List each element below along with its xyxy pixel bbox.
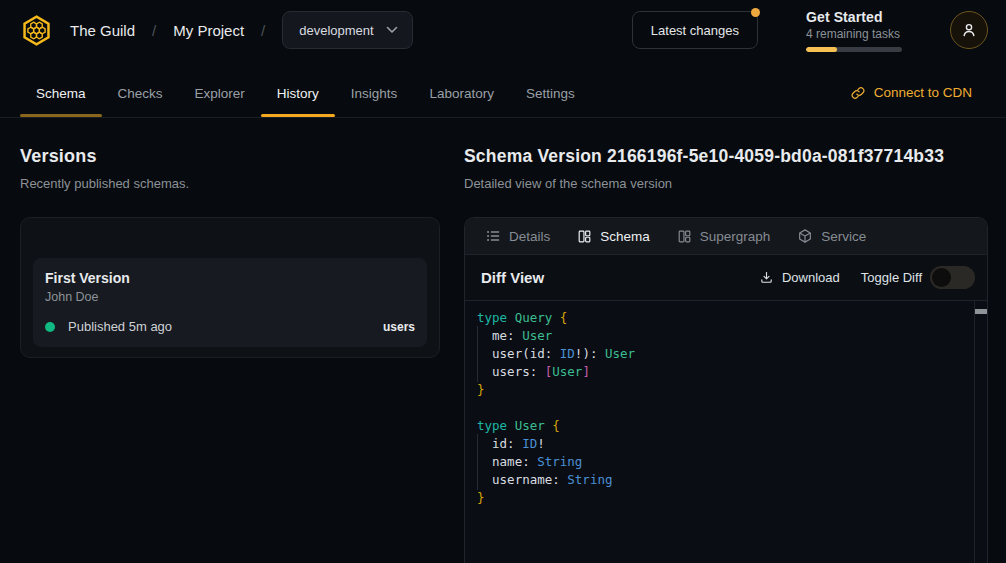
box-icon (797, 228, 813, 244)
toggle-knob (932, 268, 951, 287)
published-status-dot (45, 322, 55, 332)
schema-sdl-code[interactable]: type Query { me: User user(id: ID!): Use… (465, 301, 987, 507)
detail-tab-supergraph[interactable]: Supergraph (677, 229, 771, 244)
code-line: } (477, 381, 987, 399)
vertical-scrollbar[interactable] (974, 301, 987, 563)
layout-columns-icon (577, 229, 592, 244)
schema-code-viewer: type Query { me: User user(id: ID!): Use… (465, 301, 987, 563)
breadcrumb: The Guild / My Project / development (20, 11, 413, 49)
link-icon (851, 86, 865, 100)
schema-version-title: Schema Version 2166196f-5e10-4059-bd0a-0… (464, 146, 988, 167)
get-started-widget[interactable]: Get Started 4 remaining tasks (806, 9, 902, 52)
header-actions: Latest changes Get Started 4 remaining t… (632, 9, 988, 52)
layout-columns-icon (677, 229, 692, 244)
detail-tab-details[interactable]: Details (485, 228, 550, 244)
version-author: John Doe (45, 290, 415, 304)
guild-logo-icon[interactable] (20, 14, 53, 47)
code-line: id: ID! (477, 435, 987, 453)
diff-toolbar: Diff View Download Toggle Diff (465, 255, 987, 301)
tab-history[interactable]: History (261, 86, 335, 117)
code-line: username: String (477, 471, 987, 489)
version-detail-card: Details Schema Supergraph Service Diff View… (464, 217, 988, 563)
chevron-down-icon (386, 26, 398, 34)
version-detail-panel: Schema Version 2166196f-5e10-4059-bd0a-0… (464, 146, 988, 563)
tab-laboratory[interactable]: Laboratory (413, 86, 510, 117)
version-list-item[interactable]: First Version John Doe Published 5m ago … (33, 258, 427, 347)
toggle-diff-switch[interactable] (930, 266, 975, 289)
code-line: me: User (477, 327, 987, 345)
version-name: First Version (45, 270, 415, 286)
get-started-progress-bar (806, 47, 902, 52)
target-selector[interactable]: development (282, 11, 412, 49)
detail-tab-service[interactable]: Service (797, 228, 866, 244)
versions-panel: Versions Recently published schemas. Fir… (20, 146, 440, 563)
code-line: user(id: ID!): User (477, 345, 987, 363)
code-line: users: [User] (477, 363, 987, 381)
latest-changes-button[interactable]: Latest changes (632, 11, 758, 49)
diff-view-title: Diff View (481, 269, 544, 286)
tab-settings[interactable]: Settings (510, 86, 591, 117)
target-selector-value: development (299, 23, 373, 38)
versions-subtitle: Recently published schemas. (20, 176, 440, 191)
version-status: Published 5m ago (68, 319, 172, 334)
version-detail-tabs: Details Schema Supergraph Service (465, 218, 987, 255)
breadcrumb-separator: / (152, 22, 156, 39)
schema-version-subtitle: Detailed view of the schema version (464, 176, 988, 191)
notification-dot (751, 8, 760, 17)
scrollbar-thumb[interactable] (975, 309, 987, 314)
get-started-title: Get Started (806, 9, 902, 25)
toggle-diff-label: Toggle Diff (861, 270, 922, 285)
get-started-subtitle: 4 remaining tasks (806, 27, 902, 41)
tab-schema[interactable]: Schema (20, 86, 102, 117)
code-line: type User { (477, 417, 987, 435)
code-line (477, 399, 987, 417)
download-button[interactable]: Download (759, 270, 840, 285)
user-avatar-button[interactable] (950, 11, 988, 49)
tab-explorer[interactable]: Explorer (179, 86, 261, 117)
nav-tabs-bar: SchemaChecksExplorerHistoryInsightsLabor… (0, 60, 1006, 118)
breadcrumb-separator: / (261, 22, 265, 39)
tab-insights[interactable]: Insights (335, 86, 414, 117)
code-line: } (477, 489, 987, 507)
person-icon (959, 20, 979, 40)
list-icon (485, 228, 501, 244)
breadcrumb-org[interactable]: The Guild (70, 22, 135, 39)
versions-title: Versions (20, 146, 440, 167)
detail-tab-schema[interactable]: Schema (577, 229, 650, 244)
tab-checks[interactable]: Checks (102, 86, 179, 117)
main-content: Versions Recently published schemas. Fir… (0, 118, 1006, 563)
connect-to-cdn-link[interactable]: Connect to CDN (851, 85, 972, 117)
download-icon (759, 270, 774, 285)
code-line: name: String (477, 453, 987, 471)
breadcrumb-project[interactable]: My Project (173, 22, 244, 39)
versions-list: First Version John Doe Published 5m ago … (20, 217, 440, 358)
header: The Guild / My Project / development Lat… (0, 0, 1006, 60)
code-line: type Query { (477, 309, 987, 327)
version-service-badge: users (383, 320, 415, 334)
